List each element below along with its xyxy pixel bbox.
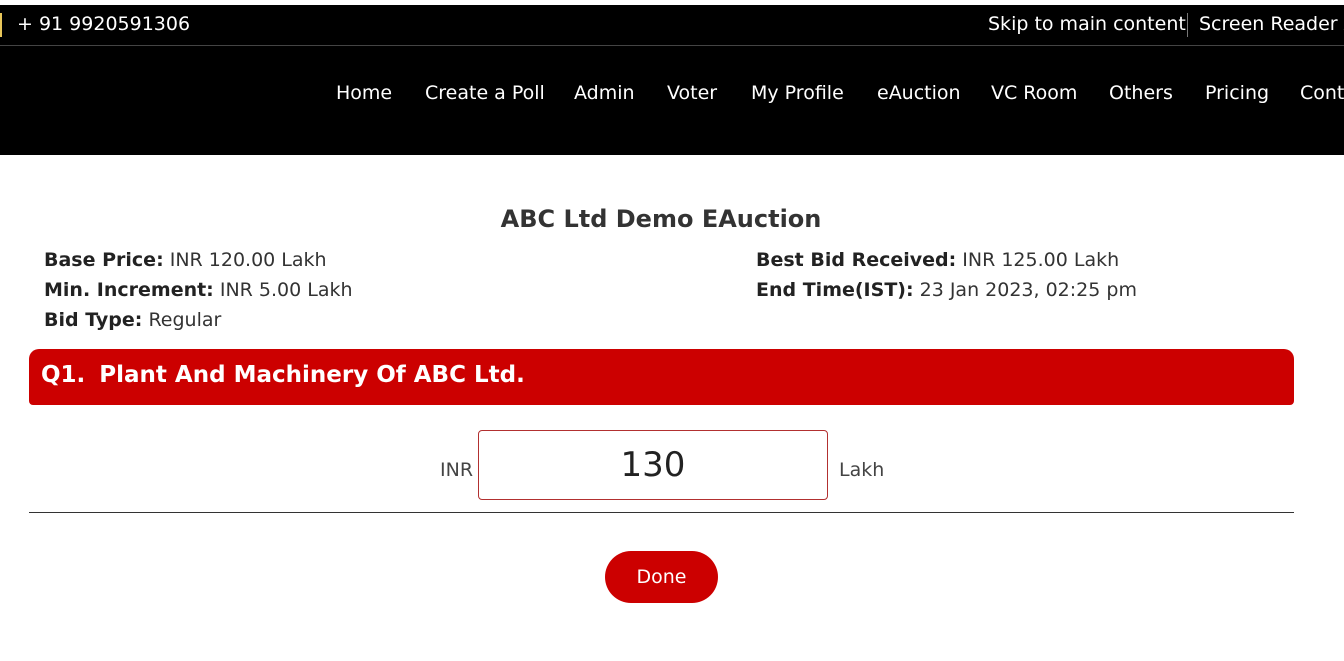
section-divider [29, 512, 1294, 513]
bid-type: Bid Type: Regular [44, 309, 221, 331]
nav-pricing[interactable]: Pricing [1205, 82, 1269, 104]
best-bid-value: INR 125.00 Lakh [962, 249, 1120, 271]
question-text: Plant And Machinery Of ABC Ltd. [99, 362, 525, 388]
unit-label: Lakh [839, 459, 885, 481]
bid-amount-input[interactable] [478, 430, 828, 500]
skip-to-main-link[interactable]: Skip to main content [988, 13, 1186, 35]
bid-type-label: Bid Type: [44, 309, 143, 331]
auction-title: ABC Ltd Demo EAuction [500, 205, 822, 233]
nav-admin[interactable]: Admin [574, 82, 635, 104]
nav-vc-room[interactable]: VC Room [991, 82, 1077, 104]
bid-type-value: Regular [148, 309, 222, 331]
question-number: Q1. [41, 362, 86, 388]
top-bar-separator [1187, 13, 1188, 37]
base-price: Base Price: INR 120.00 Lakh [44, 249, 327, 271]
min-increment-value: INR 5.00 Lakh [219, 279, 353, 301]
end-time-value: 23 Jan 2023, 02:25 pm [919, 279, 1137, 301]
nav-create-a-poll[interactable]: Create a Poll [425, 82, 545, 104]
best-bid: Best Bid Received: INR 125.00 Lakh [756, 249, 1119, 271]
nav-my-profile[interactable]: My Profile [751, 82, 844, 104]
nav-contact[interactable]: Cont [1300, 82, 1344, 104]
top-bar-divider [0, 13, 2, 37]
nav-others[interactable]: Others [1109, 82, 1173, 104]
question-title: Q1. Plant And Machinery Of ABC Ltd. [41, 362, 525, 388]
nav-voter[interactable]: Voter [667, 82, 717, 104]
base-price-value: INR 120.00 Lakh [169, 249, 327, 271]
best-bid-label: Best Bid Received: [756, 249, 957, 271]
screen-reader-link[interactable]: Screen Reader A [1199, 13, 1344, 35]
min-increment-label: Min. Increment: [44, 279, 214, 301]
currency-label: INR [440, 459, 474, 481]
nav-home[interactable]: Home [336, 82, 392, 104]
end-time-label: End Time(IST): [756, 279, 914, 301]
phone-number: + 91 9920591306 [17, 13, 191, 35]
nav-eauction[interactable]: eAuction [877, 82, 961, 104]
min-increment: Min. Increment: INR 5.00 Lakh [44, 279, 353, 301]
base-price-label: Base Price: [44, 249, 164, 271]
done-button[interactable]: Done [605, 551, 718, 603]
main-navigation: Home Create a Poll Admin Voter My Profil… [0, 45, 1344, 155]
question-header: Q1. Plant And Machinery Of ABC Ltd. [29, 349, 1294, 405]
end-time: End Time(IST): 23 Jan 2023, 02:25 pm [756, 279, 1137, 301]
top-bar: + 91 9920591306 Skip to main content Scr… [0, 5, 1344, 45]
